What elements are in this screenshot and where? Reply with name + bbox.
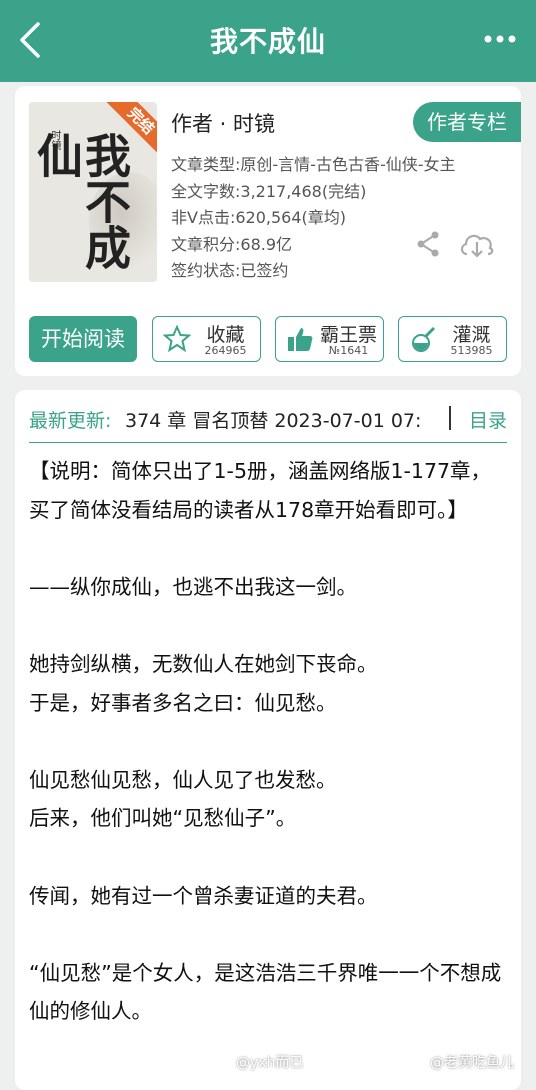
watermark: @老黄吃鱼儿 [430, 1055, 514, 1071]
latest-update-label: 最新更新: [29, 410, 112, 432]
book-info-card: 时镜 我不成仙 完结 作者 · 时镜 作者专栏 文章类型:原创-言情-古色古香-… [15, 86, 521, 376]
favorite-count: 264965 [204, 344, 247, 357]
meta-score: 文章积分:68.9亿 [171, 234, 293, 254]
watering-flask-icon [412, 326, 436, 352]
intro-paragraph: 后来，他们叫她“见愁仙子”。 [29, 806, 297, 831]
meta-word-count: 全文字数:3,217,468(完结) [171, 181, 367, 201]
share-icon[interactable] [415, 230, 441, 258]
intro-paragraph: ——纵你成仙，也逃不出我这一剑。 [29, 574, 357, 599]
toc-link[interactable]: 目录 [469, 406, 507, 433]
book-cover[interactable]: 时镜 我不成仙 完结 [29, 102, 157, 282]
favorite-label: 收藏 [206, 324, 245, 346]
page-title: 我不成仙 [209, 25, 326, 58]
more-dots-icon[interactable] [480, 24, 520, 54]
intro-text: 【说明：简体只出了1-5册，涵盖网络版1-177章，买了简体没看结局的读者从17… [29, 452, 503, 1031]
intro-paragraph: 仙见愁仙见愁，仙人见了也发愁。 [29, 767, 337, 792]
vote-label: 霸王票 [320, 324, 378, 346]
intro-card: 最新更新: 374 章 冒名顶替 2023-07-01 07: 目录 【说明：简… [15, 390, 521, 1090]
top-bar: 我不成仙 [0, 0, 536, 82]
water-label: 灌溉 [452, 324, 491, 346]
favorite-button[interactable]: 收藏 264965 [152, 316, 261, 362]
vote-count: №1641 [328, 344, 369, 357]
author-column-button[interactable]: 作者专栏 [413, 102, 521, 142]
latest-update-text[interactable]: 374 章 冒名顶替 2023-07-01 07: [125, 406, 423, 433]
meta-sign-status: 签约状态:已签约 [171, 261, 289, 280]
cloud-download-icon[interactable] [458, 228, 496, 260]
meta-type: 文章类型:原创-言情-古色古香-仙侠-女主 [171, 155, 456, 174]
book-meta: 文章类型:原创-言情-古色古香-仙侠-女主 全文字数:3,217,468(完结)… [171, 152, 456, 285]
watermark: @yxh而已 [236, 1055, 304, 1071]
vote-button[interactable]: 霸王票 №1641 [275, 316, 384, 362]
cover-title: 我不成仙 [30, 132, 132, 270]
author-name[interactable]: 作者 · 时镜 [171, 108, 275, 138]
water-button[interactable]: 灌溉 513985 [398, 316, 507, 362]
divider [449, 406, 451, 430]
intro-paragraph: “仙见愁”是个女人，是这浩浩三千界唯一一个不想成仙的修仙人。 [29, 960, 502, 1024]
intro-paragraph: 传闻，她有过一个曾杀妻证道的夫君。 [29, 883, 378, 908]
latest-update-row[interactable]: 最新更新: 374 章 冒名顶替 2023-07-01 07: 目录 [29, 402, 507, 443]
intro-paragraph: 【说明：简体只出了1-5册，涵盖网络版1-177章，买了简体没看结局的读者从17… [29, 459, 492, 522]
intro-paragraph: 于是，好事者多名之曰：仙见愁。 [29, 690, 337, 715]
water-count: 513985 [450, 344, 493, 357]
intro-paragraph: 她持剑纵横，无数仙人在她剑下丧命。 [29, 651, 378, 676]
start-reading-button[interactable]: 开始阅读 [29, 316, 137, 362]
thumbs-up-icon [288, 328, 313, 351]
meta-clicks: 非V点击:620,564(章均) [171, 208, 346, 227]
star-icon [163, 325, 191, 353]
